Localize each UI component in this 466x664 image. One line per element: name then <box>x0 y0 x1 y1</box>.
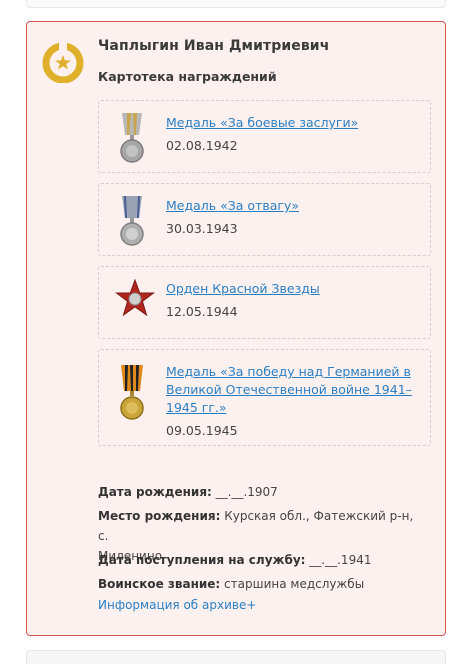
award-date: 30.03.1943 <box>166 221 238 236</box>
person-name: Чаплыгин Иван Дмитриевич <box>98 38 330 54</box>
award-date: 02.08.1942 <box>166 138 238 153</box>
rank-row: Воинское звание: старшина медслужбы <box>98 574 418 594</box>
birth-date-row: Дата рождения: __.__.1907 <box>98 482 418 502</box>
rank-value: старшина медслужбы <box>220 577 365 591</box>
birth-place-label: Место рождения: <box>98 509 221 523</box>
order-red-star-icon <box>115 279 155 317</box>
birth-date-value: __.__.1907 <box>211 485 278 499</box>
medal-combat-merit-icon <box>120 113 144 163</box>
service-date-label: Дата поступления на службу: <box>98 553 306 567</box>
award-link-line: 1945 гг.» <box>166 400 227 415</box>
archive-info-link[interactable]: Информация об архиве+ <box>98 598 256 612</box>
birth-date-label: Дата рождения: <box>98 485 212 499</box>
previous-card-stub <box>26 0 446 8</box>
award-link[interactable]: Медаль «За боевые заслуги» <box>166 114 416 132</box>
service-date-row: Дата поступления на службу: __.__.1941 <box>98 550 418 570</box>
award-link[interactable]: Медаль «За победу над Германией в Велико… <box>166 363 416 417</box>
medal-courage-icon <box>120 196 144 246</box>
medal-victory-germany-icon <box>120 365 144 420</box>
service-date-value: __.__.1941 <box>305 553 372 567</box>
next-card-stub <box>26 650 446 664</box>
award-item: Медаль «За отвагу» 30.03.1943 <box>98 183 431 256</box>
section-title: Картотека награждений <box>98 69 277 84</box>
rank-label: Воинское звание: <box>98 577 221 591</box>
award-link-line: Медаль «За победу над Германией в <box>166 364 411 379</box>
award-link-line: Великой Отечественной войне 1941– <box>166 382 412 397</box>
award-date: 09.05.1945 <box>166 423 238 438</box>
award-date: 12.05.1944 <box>166 304 238 319</box>
award-item: Медаль «За боевые заслуги» 02.08.1942 <box>98 100 431 173</box>
award-item: Орден Красной Звезды 12.05.1944 <box>98 266 431 339</box>
award-link[interactable]: Медаль «За отвагу» <box>166 197 416 215</box>
person-awards-card: Чаплыгин Иван Дмитриевич Картотека награ… <box>26 21 446 636</box>
award-badge-icon <box>42 42 84 83</box>
award-item: Медаль «За победу над Германией в Велико… <box>98 349 431 446</box>
award-link[interactable]: Орден Красной Звезды <box>166 280 416 298</box>
